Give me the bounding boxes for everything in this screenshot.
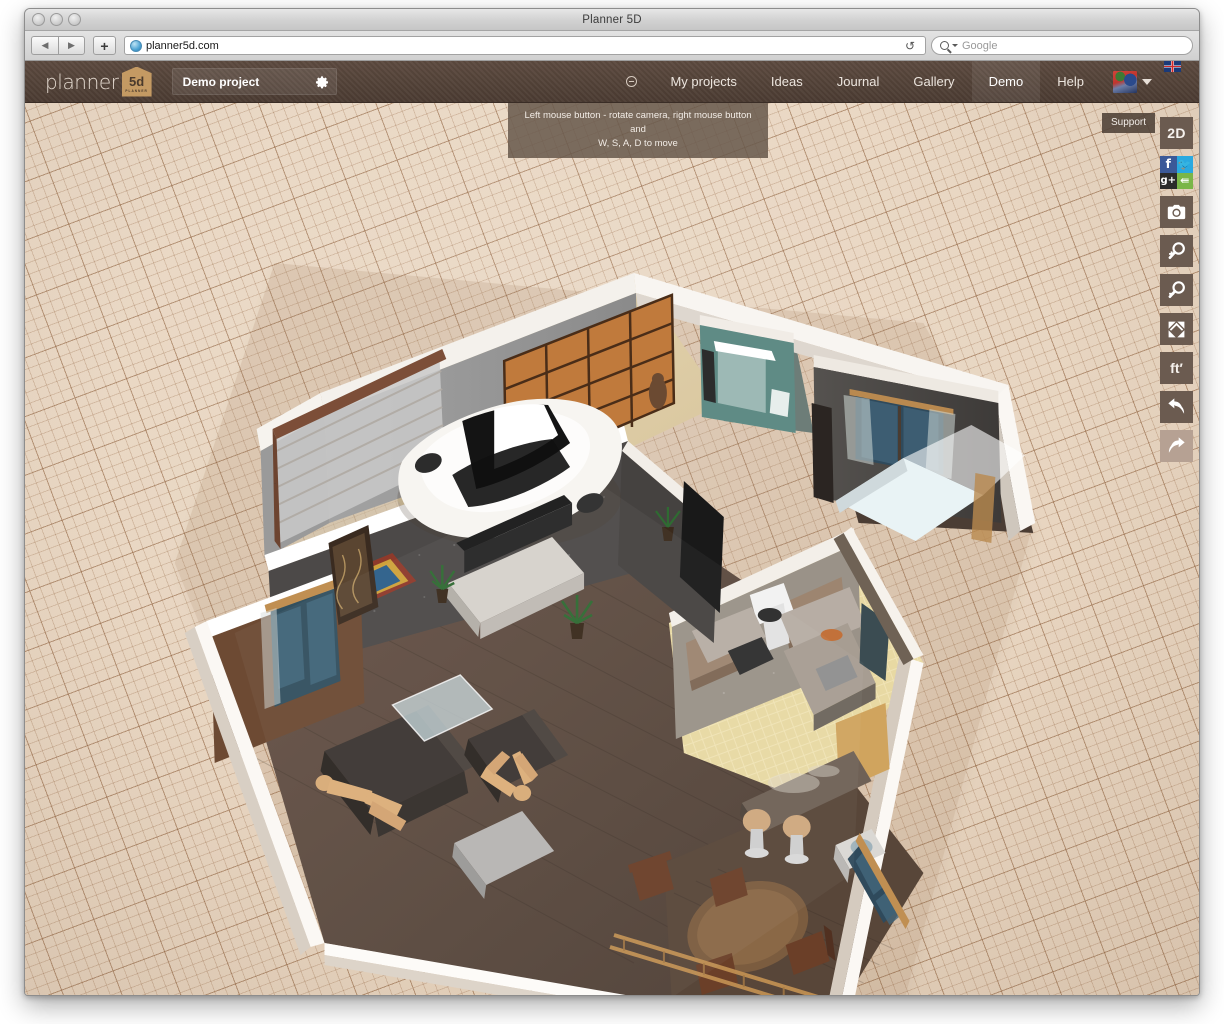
search-placeholder: Google — [962, 40, 997, 52]
search-icon — [940, 41, 949, 50]
forward-arrow-icon[interactable]: ▶ — [58, 36, 85, 55]
gear-icon[interactable] — [315, 75, 329, 89]
nav-item-ideas[interactable]: Ideas — [754, 61, 820, 102]
undo-button[interactable] — [1160, 391, 1193, 423]
avatar — [1113, 71, 1137, 93]
minimize-window-button[interactable] — [50, 13, 63, 26]
camera-hint-tooltip: Left mouse button - rotate camera, right… — [508, 103, 768, 158]
logo-badge-text: 5d — [129, 75, 144, 88]
nav-buttons: ◀ ▶ — [31, 36, 85, 55]
screenshot-button[interactable] — [1160, 196, 1193, 228]
address-bar-value: planner5d.com — [146, 40, 219, 52]
window-controls[interactable] — [32, 13, 81, 26]
camera-hint-line1: Left mouse button - rotate camera, right… — [516, 109, 760, 137]
uk-flag-icon[interactable] — [1164, 61, 1181, 72]
project-name-value: Demo project — [183, 75, 260, 89]
social-share-group[interactable]: f 🐦 g+ ⇚ — [1160, 156, 1193, 189]
nav-item-journal[interactable]: Journal — [820, 61, 897, 102]
logo-badge-subtext: PLANNER — [125, 90, 147, 93]
window-title: Planner 5D — [582, 14, 642, 26]
search-dropdown-icon[interactable] — [952, 44, 958, 47]
browser-window: Planner 5D ◀ ▶ + planner5d.com ↺ Google … — [24, 8, 1200, 996]
new-tab-button[interactable]: + — [93, 36, 116, 55]
minus-circle-icon — [626, 76, 637, 87]
nav-item-my-projects[interactable]: My projects — [653, 61, 753, 102]
project-name-field[interactable]: Demo project — [172, 68, 337, 95]
facebook-share-button[interactable]: f — [1160, 156, 1177, 173]
zoom-out-button[interactable] — [1160, 274, 1193, 306]
twitter-share-button[interactable]: 🐦 — [1177, 156, 1194, 173]
ground-grid — [25, 103, 1199, 995]
viewport-toolbar: 2D f 🐦 g+ ⇚ — [1160, 117, 1193, 462]
camera-hint-line2: W, S, A, D to move — [516, 137, 760, 151]
share-button[interactable]: ⇚ — [1177, 173, 1194, 190]
account-menu[interactable] — [1101, 61, 1160, 102]
search-field[interactable]: Google — [931, 36, 1193, 55]
reload-icon[interactable]: ↺ — [900, 39, 920, 53]
3d-viewport[interactable]: Left mouse button - rotate camera, right… — [25, 103, 1199, 995]
nav-item-help[interactable]: Help — [1040, 61, 1101, 102]
address-bar[interactable]: planner5d.com ↺ — [124, 36, 926, 55]
site-globe-icon — [130, 40, 142, 52]
main-nav: My projects Ideas Journal Gallery Demo H… — [610, 61, 1199, 102]
logo-house-badge: 5d PLANNER — [122, 67, 152, 97]
nav-item-gallery[interactable]: Gallery — [896, 61, 971, 102]
fullscreen-button[interactable] — [1160, 313, 1193, 345]
browser-titlebar: Planner 5D — [25, 9, 1199, 31]
logo-wordmark: planner — [45, 70, 119, 94]
chevron-down-icon — [1142, 79, 1152, 85]
close-window-button[interactable] — [32, 13, 45, 26]
view-2d-button[interactable]: 2D — [1160, 117, 1193, 149]
support-tooltip[interactable]: Support — [1102, 113, 1155, 133]
units-button[interactable]: ft′ — [1160, 352, 1193, 384]
nav-item-demo[interactable]: Demo — [972, 61, 1041, 102]
back-arrow-icon[interactable]: ◀ — [31, 36, 58, 55]
redo-button[interactable] — [1160, 430, 1193, 462]
nav-collapse-button[interactable] — [610, 61, 653, 102]
planner5d-logo[interactable]: planner 5d PLANNER — [45, 67, 152, 97]
googleplus-share-button[interactable]: g+ — [1160, 173, 1177, 190]
maximize-window-button[interactable] — [68, 13, 81, 26]
app-header: planner 5d PLANNER Demo project — [25, 61, 1199, 103]
browser-toolbar: ◀ ▶ + planner5d.com ↺ Google — [25, 31, 1199, 61]
zoom-in-button[interactable] — [1160, 235, 1193, 267]
page-viewport: planner 5d PLANNER Demo project — [25, 61, 1199, 995]
